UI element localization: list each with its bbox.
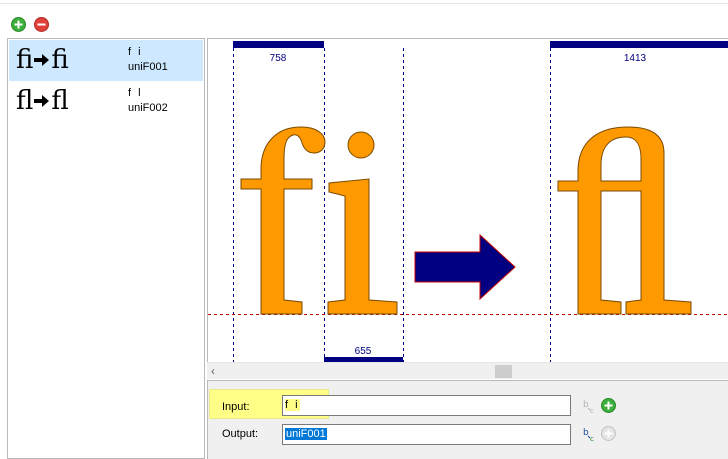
advance-label-i: 655 [355,346,372,357]
svg-text:c: c [590,407,594,414]
scroll-thumb[interactable] [495,365,512,378]
arrow-right-icon [414,233,516,301]
horizontal-scrollbar[interactable]: ‹ [207,362,728,379]
remove-ligature-button[interactable] [34,17,49,32]
ligature-preview: fi ﬁ [16,43,69,77]
svg-text:c: c [590,435,594,442]
add-circle-icon [11,17,26,32]
add-circle-disabled-icon [601,426,616,441]
advance-label-ligature: 1413 [624,53,647,64]
arrow-right-icon [34,54,50,66]
ligature-text: ﬁ [51,45,69,75]
glyph-f [240,126,326,315]
advance-bar-f [233,41,324,48]
glyph-picker-icon[interactable]: b c [582,398,598,415]
output-label: Output: [222,428,259,440]
add-output-button[interactable] [601,426,616,441]
list-item[interactable]: fi ﬁ f i uniF001 [9,40,203,81]
add-input-button[interactable] [601,398,616,413]
ligature-list[interactable]: fi ﬁ f i uniF001 fl ﬂ f l uniF002 [7,38,205,459]
advance-label-f: 758 [270,53,287,64]
ligature-preview: fl ﬂ [16,84,69,118]
remove-circle-icon [34,17,49,32]
glyph-i [327,178,398,315]
preview-drawing: 758 655 1413 [208,41,728,364]
add-ligature-button[interactable] [11,17,26,32]
input-field[interactable]: f i [282,395,571,416]
glyph-fi-ligature [557,126,692,315]
arrow-right-icon [34,95,50,107]
output-value: uniF001 [285,428,327,440]
input-label: Input: [222,401,250,413]
ligature-text: ﬂ [51,86,69,116]
scroll-left-icon[interactable]: ‹ [211,365,223,377]
toolbar [0,4,728,38]
output-field[interactable]: uniF001 [282,424,571,445]
ligature-output-name: uniF001 [128,61,168,73]
input-value: f i [285,399,300,411]
components-text: fl [16,86,34,116]
advance-bar-ligature [550,41,728,48]
ligature-output-name: uniF002 [128,102,168,114]
ligature-input-text: f l [128,87,143,99]
ligature-edit-form: Input: f i b c Output: uniF001 b c [207,380,728,459]
list-item[interactable]: fl ﬂ f l uniF002 [9,81,203,122]
glyph-i-dot [347,131,375,159]
ligature-preview-canvas: 758 655 1413 [207,38,728,378]
components-text: fi [16,45,34,75]
glyph-picker-icon[interactable]: b c [582,426,598,443]
add-circle-icon [601,398,616,413]
ligature-input-text: f i [128,46,143,58]
